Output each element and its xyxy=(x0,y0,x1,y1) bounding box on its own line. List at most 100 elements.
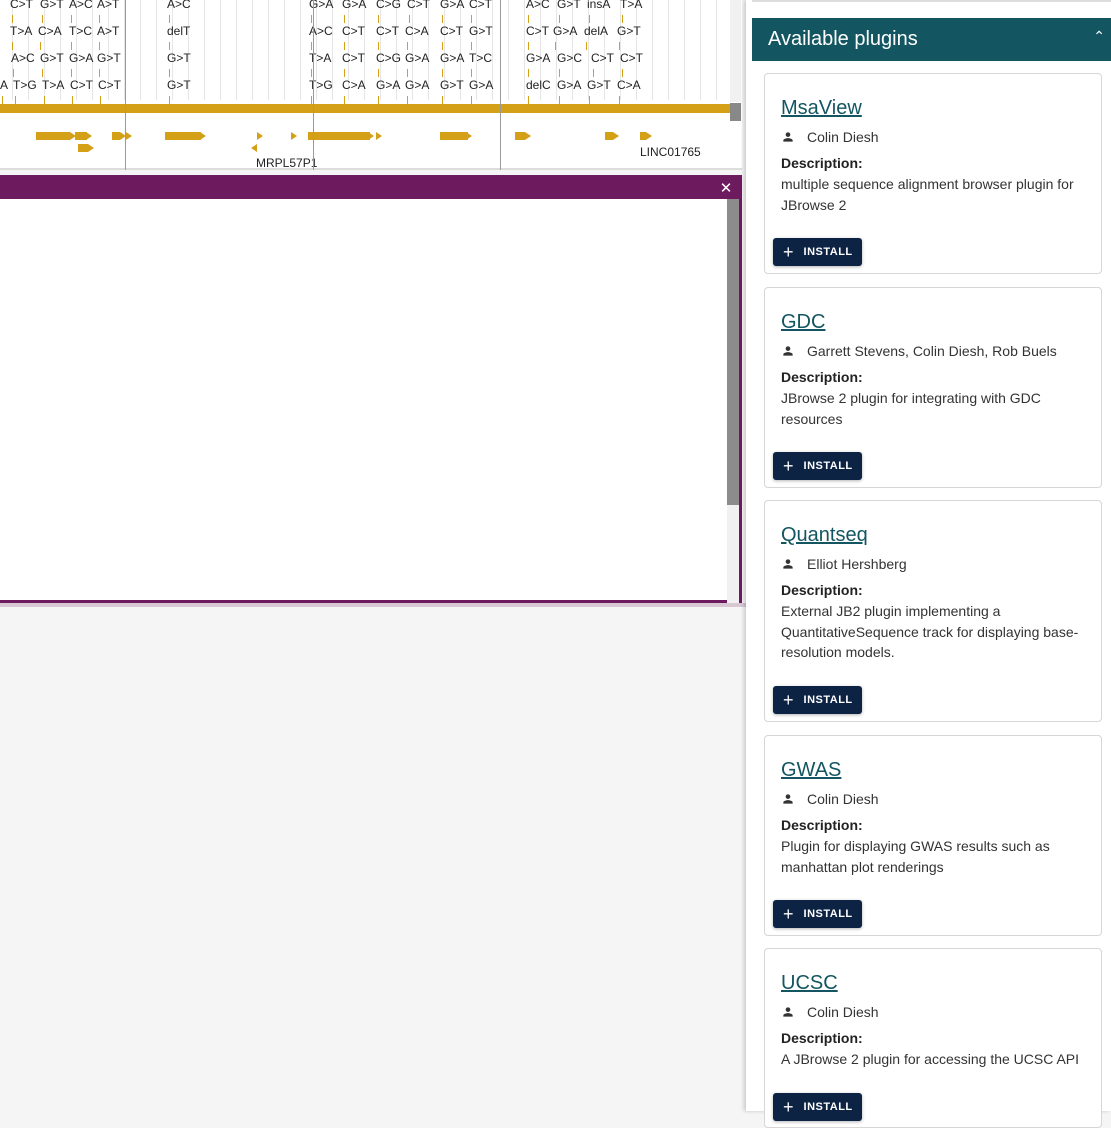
variant-label[interactable]: delA xyxy=(584,24,608,38)
variant-label[interactable]: G>T xyxy=(617,24,641,38)
variant-label[interactable]: G>T xyxy=(557,0,581,11)
variant-label[interactable]: insA xyxy=(587,0,610,11)
variant-label[interactable]: G>C xyxy=(557,51,582,65)
plugin-name-link[interactable]: UCSC xyxy=(781,972,838,995)
strand-arrow-icon xyxy=(70,132,76,140)
gene-feature[interactable] xyxy=(165,132,201,140)
plugin-name-link[interactable]: GDC xyxy=(781,311,825,334)
variant-label[interactable]: T>C xyxy=(69,24,92,38)
variant-label[interactable]: G>T xyxy=(97,51,121,65)
variant-label[interactable]: C>T xyxy=(342,24,365,38)
install-button[interactable]: + INSTALL xyxy=(773,686,862,714)
variant-tick xyxy=(528,69,529,77)
variant-label[interactable]: G>A xyxy=(440,0,464,11)
grid-line xyxy=(300,0,301,100)
variant-label[interactable]: C>T xyxy=(526,24,549,38)
variant-tick xyxy=(12,42,13,50)
variant-label[interactable]: T>A xyxy=(620,0,642,11)
variant-label[interactable]: G>T xyxy=(469,24,493,38)
plugin-name-link[interactable]: GWAS xyxy=(781,759,841,782)
variant-label[interactable]: A>T xyxy=(97,0,119,11)
variant-tick xyxy=(344,96,345,104)
plugin-name-link[interactable]: MsaView xyxy=(781,97,862,120)
variant-tick xyxy=(407,42,408,50)
variant-label[interactable]: C>T xyxy=(10,0,33,11)
gene-feature[interactable] xyxy=(440,132,468,140)
variant-label[interactable]: delT xyxy=(167,24,190,38)
gene-feature[interactable] xyxy=(112,132,120,140)
variant-label[interactable]: A>C xyxy=(11,51,35,65)
plugin-card-msaview: MsaView Colin Diesh Description: multipl… xyxy=(764,73,1102,274)
variant-label[interactable]: T>A xyxy=(10,24,32,38)
plugin-authors-text: Garrett Stevens, Colin Diesh, Rob Buels xyxy=(807,343,1057,359)
variant-tick xyxy=(311,15,312,23)
variant-label[interactable]: G>T xyxy=(167,51,191,65)
variant-label[interactable]: C>A xyxy=(38,24,62,38)
variant-label[interactable]: G>T xyxy=(40,51,64,65)
strand-arrow-icon xyxy=(466,132,472,140)
variant-label[interactable]: C>T xyxy=(342,51,365,65)
variant-label[interactable]: G>A xyxy=(69,51,93,65)
variant-label[interactable]: G>A xyxy=(526,51,550,65)
variant-label[interactable]: C>T xyxy=(591,51,614,65)
variant-label[interactable]: C>T xyxy=(376,24,399,38)
gene-track-bar xyxy=(0,104,730,113)
variant-label[interactable]: C>T xyxy=(98,78,121,92)
variant-label[interactable]: C>A xyxy=(405,24,429,38)
chevron-up-icon[interactable]: ⌃ xyxy=(1093,28,1105,45)
variant-label[interactable]: C>G xyxy=(376,0,401,11)
variant-label[interactable]: C>T xyxy=(620,51,643,65)
gene-feature[interactable] xyxy=(605,132,613,140)
variant-label[interactable]: A>C xyxy=(167,0,191,11)
variant-label[interactable]: G>T xyxy=(167,78,191,92)
variant-label[interactable]: delC xyxy=(526,78,551,92)
plugin-description: JBrowse 2 plugin for integrating with GD… xyxy=(781,390,1041,427)
variant-tick xyxy=(442,15,443,23)
variant-tick xyxy=(593,69,594,77)
variant-label[interactable]: C>G xyxy=(376,51,401,65)
variant-label[interactable]: G>A xyxy=(440,51,464,65)
variant-label[interactable]: A>T xyxy=(97,24,119,38)
variant-label[interactable]: T>A xyxy=(42,78,64,92)
widget-scrollbar[interactable] xyxy=(727,199,739,505)
variant-label[interactable]: T>G xyxy=(13,78,37,92)
gene-feature[interactable] xyxy=(308,132,370,140)
plugin-authors: Colin Diesh xyxy=(781,129,879,145)
variant-label[interactable]: G>A xyxy=(342,0,366,11)
gene-label-linc01765[interactable]: LINC01765 xyxy=(640,145,701,159)
install-button[interactable]: + INSTALL xyxy=(773,238,862,266)
variant-label[interactable]: G>A xyxy=(405,51,429,65)
variant-label[interactable]: A>C xyxy=(526,0,550,11)
variant-label[interactable]: C>A xyxy=(342,78,366,92)
variant-label[interactable]: G>A xyxy=(553,24,577,38)
variant-label[interactable]: A>C xyxy=(69,0,93,11)
variant-label[interactable]: G>T xyxy=(587,78,611,92)
variant-label[interactable]: G>A xyxy=(376,78,400,92)
variant-track-panel[interactable]: C>T G>T A>C A>T A>C G>A G>A C>G C>T G>A C>T A>C G>T i… xyxy=(0,0,742,170)
close-icon[interactable]: ✕ xyxy=(717,178,735,199)
variant-label[interactable]: C>T xyxy=(440,24,463,38)
variant-label[interactable]: G>T xyxy=(40,0,64,11)
variant-label[interactable]: C>T xyxy=(70,78,93,92)
variant-tick xyxy=(169,96,170,104)
variant-label[interactable]: G>A xyxy=(405,78,429,92)
variant-label[interactable]: G>A xyxy=(557,78,581,92)
install-button[interactable]: + INSTALL xyxy=(773,452,862,480)
variant-label[interactable]: G>A xyxy=(469,78,493,92)
block-divider xyxy=(125,0,126,170)
variant-label[interactable]: C>T xyxy=(469,0,492,11)
install-button[interactable]: + INSTALL xyxy=(773,1093,862,1121)
variant-label[interactable]: C>A xyxy=(617,78,641,92)
gene-feature[interactable] xyxy=(515,132,525,140)
variant-tick xyxy=(559,69,560,77)
install-button[interactable]: + INSTALL xyxy=(773,900,862,928)
plugin-name-link[interactable]: Quantseq xyxy=(781,524,868,547)
available-plugins-header[interactable]: Available plugins ⌃ xyxy=(752,18,1111,61)
track-scrollbar[interactable] xyxy=(730,103,741,121)
gene-feature[interactable] xyxy=(78,144,88,152)
gene-feature[interactable] xyxy=(36,132,70,140)
variant-label[interactable]: G>T xyxy=(440,78,464,92)
variant-label[interactable]: T>C xyxy=(469,51,492,65)
variant-label[interactable]: C>T xyxy=(407,0,430,11)
variant-label[interactable]: A xyxy=(0,78,8,92)
